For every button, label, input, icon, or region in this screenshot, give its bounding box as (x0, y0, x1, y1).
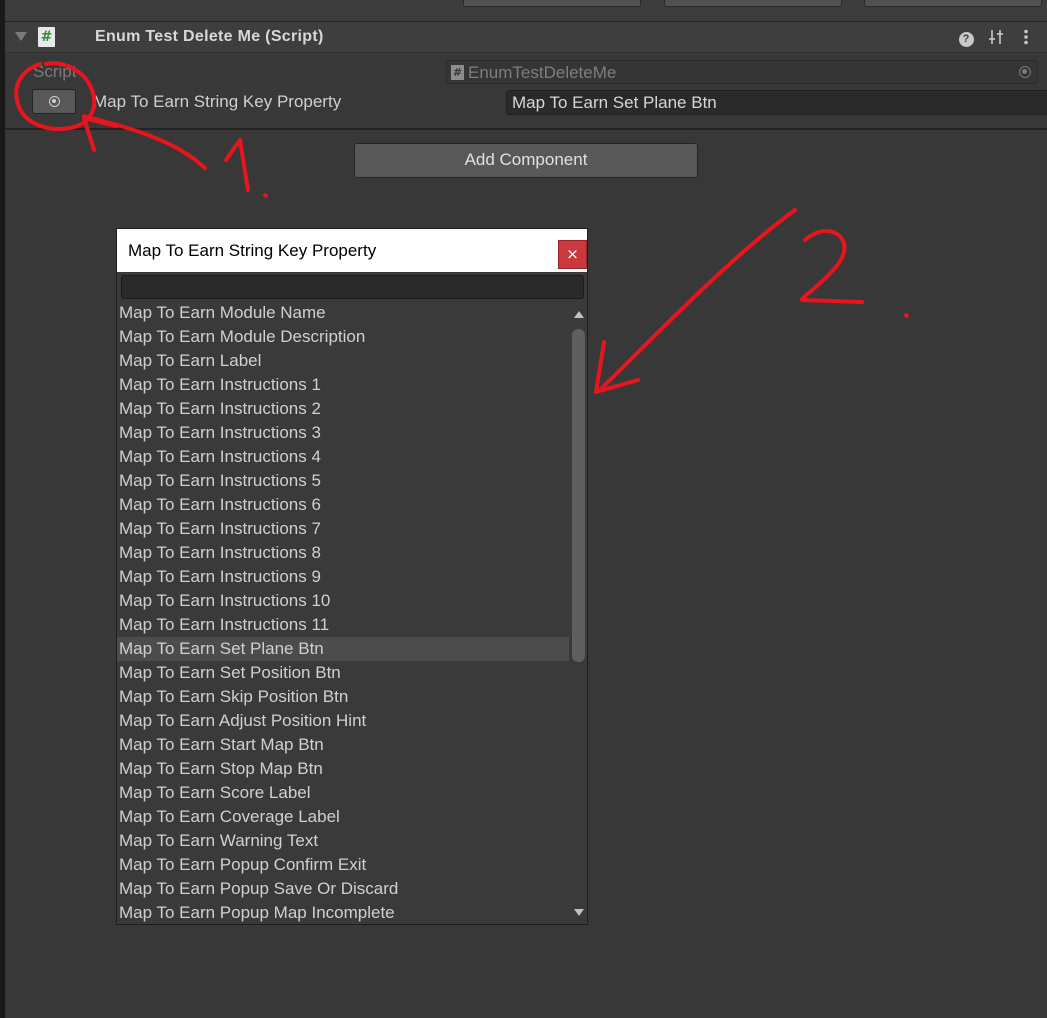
popup-option-item[interactable]: Map To Earn Module Name (117, 301, 569, 325)
popup-option-item[interactable]: Map To Earn Instructions 9 (117, 565, 569, 589)
left-panel-edge (0, 0, 5, 1018)
component-header[interactable]: # Enum Test Delete Me (Script) ? (5, 22, 1047, 53)
popup-option-item[interactable]: Map To Earn Instructions 10 (117, 589, 569, 613)
annotation-arrow-1 (82, 114, 207, 170)
close-button[interactable]: × (558, 240, 587, 269)
popup-option-item[interactable]: Map To Earn Module Description (117, 325, 569, 349)
scroll-up-arrow-icon[interactable] (574, 311, 584, 318)
component-title: Enum Test Delete Me (Script) (95, 28, 324, 45)
popup-option-item[interactable]: Map To Earn Score Label (117, 781, 569, 805)
toolbar-button-3[interactable] (864, 0, 1042, 7)
component-divider (5, 128, 1047, 130)
popup-header: Map To Earn String Key Property × (117, 229, 587, 272)
popup-option-item[interactable]: Map To Earn Skip Position Btn (117, 685, 569, 709)
toolbar-button-1[interactable] (463, 0, 641, 7)
popup-scrollbar[interactable] (571, 301, 587, 924)
string-key-picker-button[interactable] (32, 89, 76, 114)
popup-option-item[interactable]: Map To Earn Popup Map Incomplete (117, 901, 569, 924)
top-toolbar (5, 0, 1047, 21)
popup-option-item[interactable]: Map To Earn Instructions 11 (117, 613, 569, 637)
popup-option-item[interactable]: Map To Earn Instructions 2 (117, 397, 569, 421)
popup-option-item[interactable]: Map To Earn Start Map Btn (117, 733, 569, 757)
toolbar-button-2[interactable] (664, 0, 842, 7)
annotation-dot-2 (904, 313, 909, 318)
triangle-down-icon[interactable] (15, 32, 27, 41)
popup-option-item[interactable]: Map To Earn Warning Text (117, 829, 569, 853)
target-icon (49, 96, 60, 107)
csharp-script-icon: # (38, 27, 55, 47)
add-component-button[interactable]: Add Component (354, 143, 698, 178)
annotation-dot-1 (263, 193, 268, 198)
annotation-number-1 (224, 138, 250, 192)
popup-title: Map To Earn String Key Property (128, 241, 377, 260)
help-icon[interactable]: ? (956, 27, 976, 47)
popup-option-item[interactable]: Map To Earn Instructions 7 (117, 517, 569, 541)
sliders-icon[interactable] (986, 27, 1006, 47)
annotation-arrowhead-2 (594, 340, 640, 394)
string-key-popup: Map To Earn String Key Property × Map To… (116, 228, 588, 925)
popup-option-item[interactable]: Map To Earn Instructions 3 (117, 421, 569, 445)
popup-option-item[interactable]: Map To Earn Instructions 6 (117, 493, 569, 517)
popup-option-item[interactable]: Map To Earn Instructions 4 (117, 445, 569, 469)
inspector-window: # Enum Test Delete Me (Script) ? Script … (0, 0, 1047, 1018)
property-label: Map To Earn String Key Property (93, 92, 342, 111)
popup-option-item[interactable]: Map To Earn Stop Map Btn (117, 757, 569, 781)
popup-option-item[interactable]: Map To Earn Instructions 8 (117, 541, 569, 565)
annotation-number-2 (799, 229, 864, 304)
popup-option-item[interactable]: Map To Earn Set Plane Btn (117, 637, 569, 661)
popup-option-item[interactable]: Map To Earn Popup Save Or Discard (117, 877, 569, 901)
annotation-arrowhead-1 (82, 116, 118, 152)
target-icon[interactable] (1019, 66, 1031, 78)
script-label: Script (33, 62, 77, 81)
popup-option-item[interactable]: Map To Earn Set Position Btn (117, 661, 569, 685)
property-value-field[interactable]: Map To Earn Set Plane Btn (506, 90, 1047, 115)
popup-option-list: Map To Earn Module Name Map To Earn Modul… (117, 301, 569, 924)
kebab-menu-icon[interactable] (1016, 27, 1036, 47)
script-object-field[interactable]: # EnumTestDeleteMe (446, 60, 1038, 84)
scroll-thumb[interactable] (572, 329, 585, 662)
scroll-down-arrow-icon[interactable] (574, 909, 584, 916)
annotation-arrow-2 (598, 208, 797, 392)
popup-option-item[interactable]: Map To Earn Instructions 5 (117, 469, 569, 493)
popup-search-input[interactable] (121, 275, 584, 299)
popup-option-item[interactable]: Map To Earn Coverage Label (117, 805, 569, 829)
popup-option-item[interactable]: Map To Earn Popup Confirm Exit (117, 853, 569, 877)
popup-option-item[interactable]: Map To Earn Instructions 1 (117, 373, 569, 397)
csharp-script-icon: # (451, 65, 464, 80)
script-field-value: EnumTestDeleteMe (468, 63, 617, 82)
popup-option-item[interactable]: Map To Earn Adjust Position Hint (117, 709, 569, 733)
popup-option-item[interactable]: Map To Earn Label (117, 349, 569, 373)
property-field-value: Map To Earn Set Plane Btn (512, 93, 717, 112)
